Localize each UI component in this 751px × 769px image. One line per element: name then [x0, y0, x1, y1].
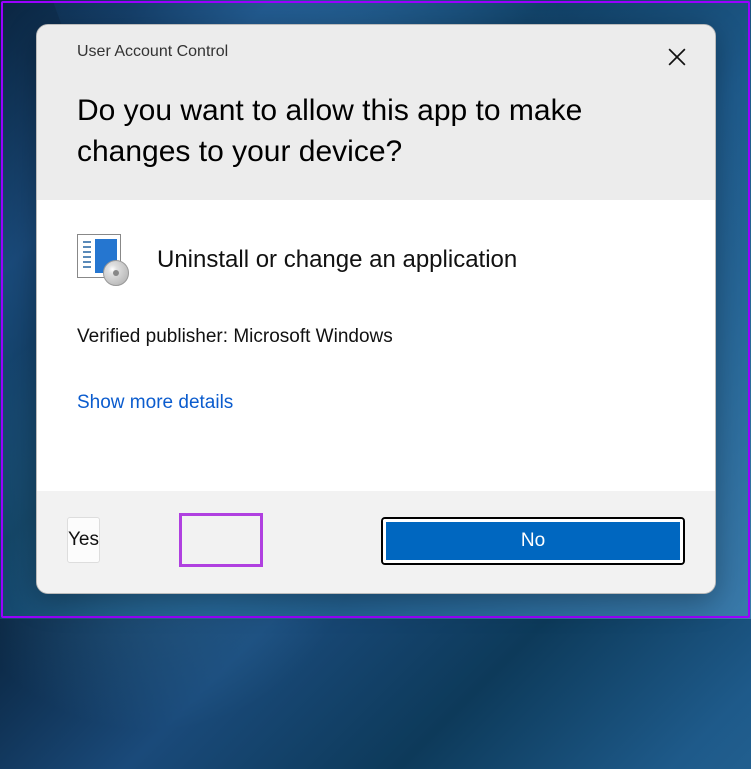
yes-button-label: Yes — [68, 529, 99, 551]
yes-button[interactable]: Yes — [67, 517, 100, 563]
yes-highlight-box — [179, 513, 263, 567]
close-button[interactable] — [665, 45, 689, 69]
dialog-title: User Account Control — [77, 43, 691, 61]
close-icon — [668, 48, 686, 66]
no-button[interactable]: No — [383, 519, 683, 563]
app-row: Uninstall or change an application — [77, 234, 675, 286]
dialog-header: User Account Control Do you want to allo… — [37, 25, 715, 200]
show-more-details-link[interactable]: Show more details — [77, 392, 675, 414]
app-name: Uninstall or change an application — [157, 246, 517, 274]
no-button-label: No — [521, 530, 545, 552]
app-icon — [77, 234, 129, 286]
publisher-text: Verified publisher: Microsoft Windows — [77, 326, 675, 348]
uac-dialog: User Account Control Do you want to allo… — [36, 24, 716, 594]
dialog-body: Uninstall or change an application Verif… — [37, 200, 715, 491]
dialog-footer: Yes No — [37, 491, 715, 593]
dialog-question: Do you want to allow this app to make ch… — [77, 91, 691, 172]
